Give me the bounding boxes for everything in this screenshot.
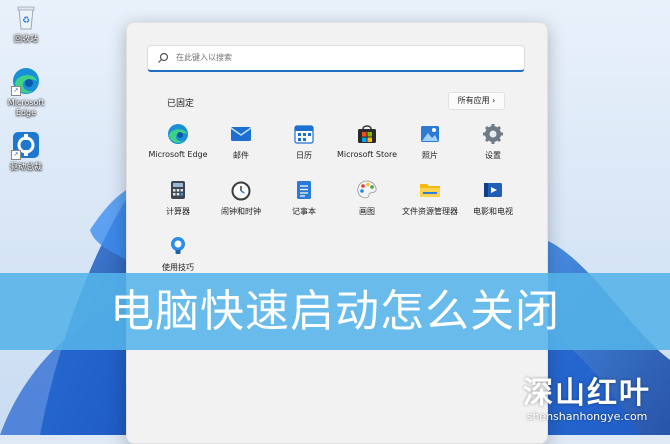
banner-title: 电脑快速启动怎么关闭 xyxy=(110,286,560,337)
search-input[interactable] xyxy=(176,49,506,65)
app-label: 设置 xyxy=(485,151,501,160)
pinned-app-file-explorer[interactable]: 文件资源管理器 xyxy=(399,179,461,217)
tips-icon xyxy=(167,235,189,257)
store-icon xyxy=(356,123,378,145)
pinned-app-paint[interactable]: 画图 xyxy=(336,179,398,217)
pinned-app-mail[interactable]: 邮件 xyxy=(210,123,272,161)
app-label: 闹钟和时钟 xyxy=(221,207,261,216)
desktop-icon-label: 回收站 xyxy=(14,34,38,43)
site-watermark: 深山红叶 shenshanhongye.com xyxy=(512,377,662,423)
pinned-section-title: 已固定 xyxy=(167,99,195,109)
start-menu: 已固定 所有应用 › Microsoft Edge 邮件 xyxy=(126,22,548,444)
app-label: 照片 xyxy=(422,151,438,160)
app-label: Microsoft Edge xyxy=(148,150,208,159)
all-apps-label: 所有应用 xyxy=(457,96,490,105)
search-box[interactable] xyxy=(147,45,525,72)
app-label: 邮件 xyxy=(233,151,249,160)
movies-tv-icon xyxy=(482,179,504,201)
pinned-app-notepad[interactable]: 记事本 xyxy=(273,179,335,217)
app-label: 画图 xyxy=(359,207,375,216)
paint-icon xyxy=(356,179,378,201)
chevron-right-icon: › xyxy=(492,96,496,105)
shortcut-arrow-icon: ↗ xyxy=(11,86,21,96)
photos-icon xyxy=(419,123,441,145)
all-apps-button[interactable]: 所有应用 › xyxy=(448,92,505,110)
app-label: 记事本 xyxy=(292,207,316,216)
pinned-app-edge[interactable]: Microsoft Edge xyxy=(147,123,209,159)
edge-icon xyxy=(167,123,189,145)
watermark-name: 深山红叶 xyxy=(523,376,651,411)
app-label: Microsoft Store xyxy=(336,150,398,159)
mail-icon xyxy=(230,123,252,145)
pinned-app-calendar[interactable]: 日历 xyxy=(273,123,335,161)
pinned-app-settings[interactable]: 设置 xyxy=(462,123,524,161)
shortcut-arrow-icon: ↗ xyxy=(11,150,21,160)
file-explorer-icon xyxy=(419,179,441,201)
driver-tool-icon: ↗ xyxy=(11,130,41,160)
recycle-bin-icon: ♻ xyxy=(11,2,41,32)
desktop-icon-label: 驱动总裁 xyxy=(10,162,42,171)
app-label: 使用技巧 xyxy=(162,263,194,272)
app-label: 计算器 xyxy=(166,207,190,216)
pinned-app-tips[interactable]: 使用技巧 xyxy=(147,235,209,273)
desktop-icon-edge[interactable]: ↗ Microsoft Edge xyxy=(0,66,52,118)
pinned-app-photos[interactable]: 照片 xyxy=(399,123,461,161)
desktop-icon-recycle-bin[interactable]: ♻ 回收站 xyxy=(0,2,52,44)
svg-text:♻: ♻ xyxy=(22,16,30,26)
notepad-icon xyxy=(293,179,315,201)
pinned-app-alarm-clock[interactable]: 闹钟和时钟 xyxy=(210,179,272,217)
pinned-app-calculator[interactable]: 计算器 xyxy=(147,179,209,217)
pinned-app-movies-tv[interactable]: 电影和电视 xyxy=(462,179,524,217)
pinned-app-store[interactable]: Microsoft Store xyxy=(336,123,398,159)
title-banner: 电脑快速启动怎么关闭 xyxy=(0,273,670,350)
app-label: 日历 xyxy=(296,151,312,160)
app-label: 文件资源管理器 xyxy=(402,207,458,216)
settings-gear-icon xyxy=(482,123,504,145)
alarm-clock-icon xyxy=(230,179,252,201)
app-label: 电影和电视 xyxy=(473,207,513,216)
search-icon xyxy=(158,52,169,63)
edge-icon: ↗ xyxy=(11,66,41,96)
calculator-icon xyxy=(167,179,189,201)
watermark-url: shenshanhongye.com xyxy=(526,410,648,423)
desktop-icon-driver-tool[interactable]: ↗ 驱动总裁 xyxy=(0,130,52,172)
desktop-icon-label: Microsoft Edge xyxy=(7,98,45,117)
calendar-icon xyxy=(293,123,315,145)
